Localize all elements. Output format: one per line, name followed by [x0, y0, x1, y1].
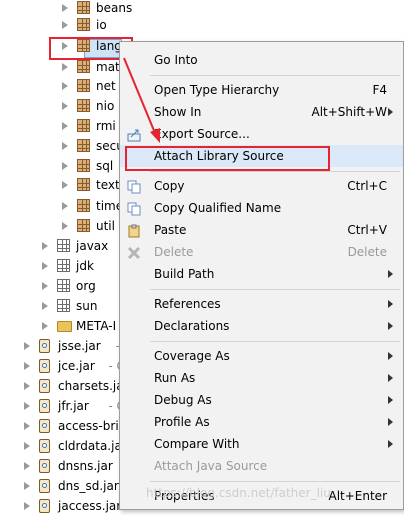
- watermark: https://blog.csdn.net/father_liu: [146, 486, 331, 500]
- annotation-arrow: [123, 57, 160, 143]
